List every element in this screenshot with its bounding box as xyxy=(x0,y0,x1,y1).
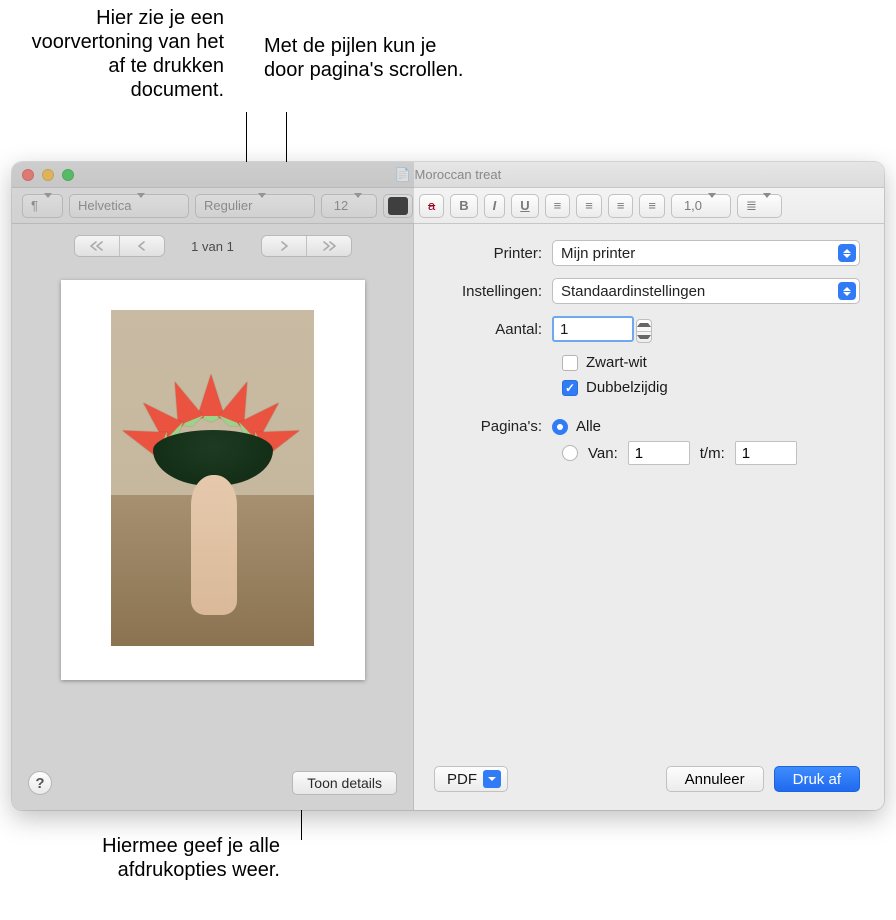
copies-stepper[interactable] xyxy=(636,319,652,343)
pages-from-label: Van: xyxy=(588,445,618,462)
font-family-select[interactable]: Helvetica xyxy=(69,194,189,218)
strikethrough-style-button[interactable]: a xyxy=(419,194,444,218)
bw-checkbox[interactable] xyxy=(562,355,578,371)
format-toolbar: ¶ Helvetica Regulier 12 a B I U ≡ ≡ ≡ ≡ … xyxy=(12,188,884,224)
select-arrows-icon xyxy=(838,244,856,262)
align-center-button[interactable]: ≡ xyxy=(576,194,602,218)
font-size-value: 12 xyxy=(334,198,348,213)
pages-all-label: Alle xyxy=(576,418,601,435)
callout-details-hint: Hiermee geef je alle afdrukopties weer. xyxy=(40,834,280,882)
pages-all-radio[interactable] xyxy=(552,419,568,435)
help-button[interactable]: ? xyxy=(28,771,52,795)
printer-label: Printer: xyxy=(434,245,552,262)
align-justify-button[interactable]: ≡ xyxy=(639,194,665,218)
copies-input[interactable]: 1 xyxy=(552,316,634,342)
pages-to-label: t/m: xyxy=(700,445,725,462)
print-button[interactable]: Druk af xyxy=(774,766,860,792)
last-page-button[interactable] xyxy=(307,236,351,256)
pages-label: Pagina's: xyxy=(434,418,552,435)
font-size-select[interactable]: 12 xyxy=(321,194,377,218)
print-options-panel: Printer: Mijn printer Instellingen: Stan… xyxy=(414,224,884,810)
copies-value: 1 xyxy=(560,321,568,338)
list-style-button[interactable]: ≣ xyxy=(737,194,782,218)
align-right-button[interactable]: ≡ xyxy=(608,194,634,218)
callout-preview-hint: Hier zie je een voorvertoning van het af… xyxy=(14,6,224,102)
watermelon-illustration xyxy=(129,370,297,480)
pages-range-radio[interactable] xyxy=(562,445,578,461)
title-bar: 📄 Moroccan treat xyxy=(12,162,884,188)
stepper-down[interactable] xyxy=(637,332,651,343)
settings-select[interactable]: Standaardinstellingen xyxy=(552,278,860,304)
copies-label: Aantal: xyxy=(434,321,552,338)
duplex-checkbox[interactable] xyxy=(562,380,578,396)
show-details-button[interactable]: Toon details xyxy=(292,771,397,795)
font-style-select[interactable]: Regulier xyxy=(195,194,315,218)
align-left-button[interactable]: ≡ xyxy=(545,194,571,218)
line-spacing-select[interactable]: 1,0 xyxy=(671,194,731,218)
app-window: 📄 Moroccan treat ¶ Helvetica Regulier 12… xyxy=(12,162,884,810)
page-indicator: 1 van 1 xyxy=(177,239,249,254)
window-title-text: Moroccan treat xyxy=(415,167,502,182)
document-image xyxy=(111,310,314,646)
font-family-value: Helvetica xyxy=(78,198,131,213)
underline-button[interactable]: U xyxy=(511,194,538,218)
bold-button[interactable]: B xyxy=(450,194,477,218)
prev-page-button[interactable] xyxy=(120,236,164,256)
next-page-button[interactable] xyxy=(262,236,306,256)
nav-next-group xyxy=(261,235,352,257)
settings-value: Standaardinstellingen xyxy=(561,283,705,300)
window-title: 📄 Moroccan treat xyxy=(12,167,884,183)
document-icon: 📄 xyxy=(395,167,411,182)
print-preview-panel: 1 van 1 xyxy=(12,224,414,810)
cancel-button[interactable]: Annuleer xyxy=(666,766,764,792)
stepper-up[interactable] xyxy=(637,320,651,331)
printer-value: Mijn printer xyxy=(561,245,635,262)
paragraph-menu[interactable]: ¶ xyxy=(22,194,63,218)
text-color-button[interactable] xyxy=(383,194,413,218)
select-arrows-icon xyxy=(838,282,856,300)
italic-button[interactable]: I xyxy=(484,194,506,218)
chevron-down-icon xyxy=(483,770,501,788)
duplex-label: Dubbelzijdig xyxy=(586,379,668,396)
color-swatch-icon xyxy=(388,197,408,215)
page-preview xyxy=(61,280,365,680)
hand-illustration xyxy=(191,475,237,615)
line-spacing-value: 1,0 xyxy=(684,198,702,213)
settings-label: Instellingen: xyxy=(434,283,552,300)
callout-arrows-hint: Met de pijlen kun je door pagina's scrol… xyxy=(264,34,464,82)
bw-label: Zwart-wit xyxy=(586,354,647,371)
page-navigation: 1 van 1 xyxy=(12,228,413,264)
nav-prev-group xyxy=(74,235,165,257)
pages-from-input[interactable] xyxy=(628,441,690,465)
font-style-value: Regulier xyxy=(204,198,252,213)
pages-to-input[interactable] xyxy=(735,441,797,465)
pdf-menu-button[interactable]: PDF xyxy=(434,766,508,792)
printer-select[interactable]: Mijn printer xyxy=(552,240,860,266)
pdf-label: PDF xyxy=(447,771,477,788)
first-page-button[interactable] xyxy=(75,236,119,256)
